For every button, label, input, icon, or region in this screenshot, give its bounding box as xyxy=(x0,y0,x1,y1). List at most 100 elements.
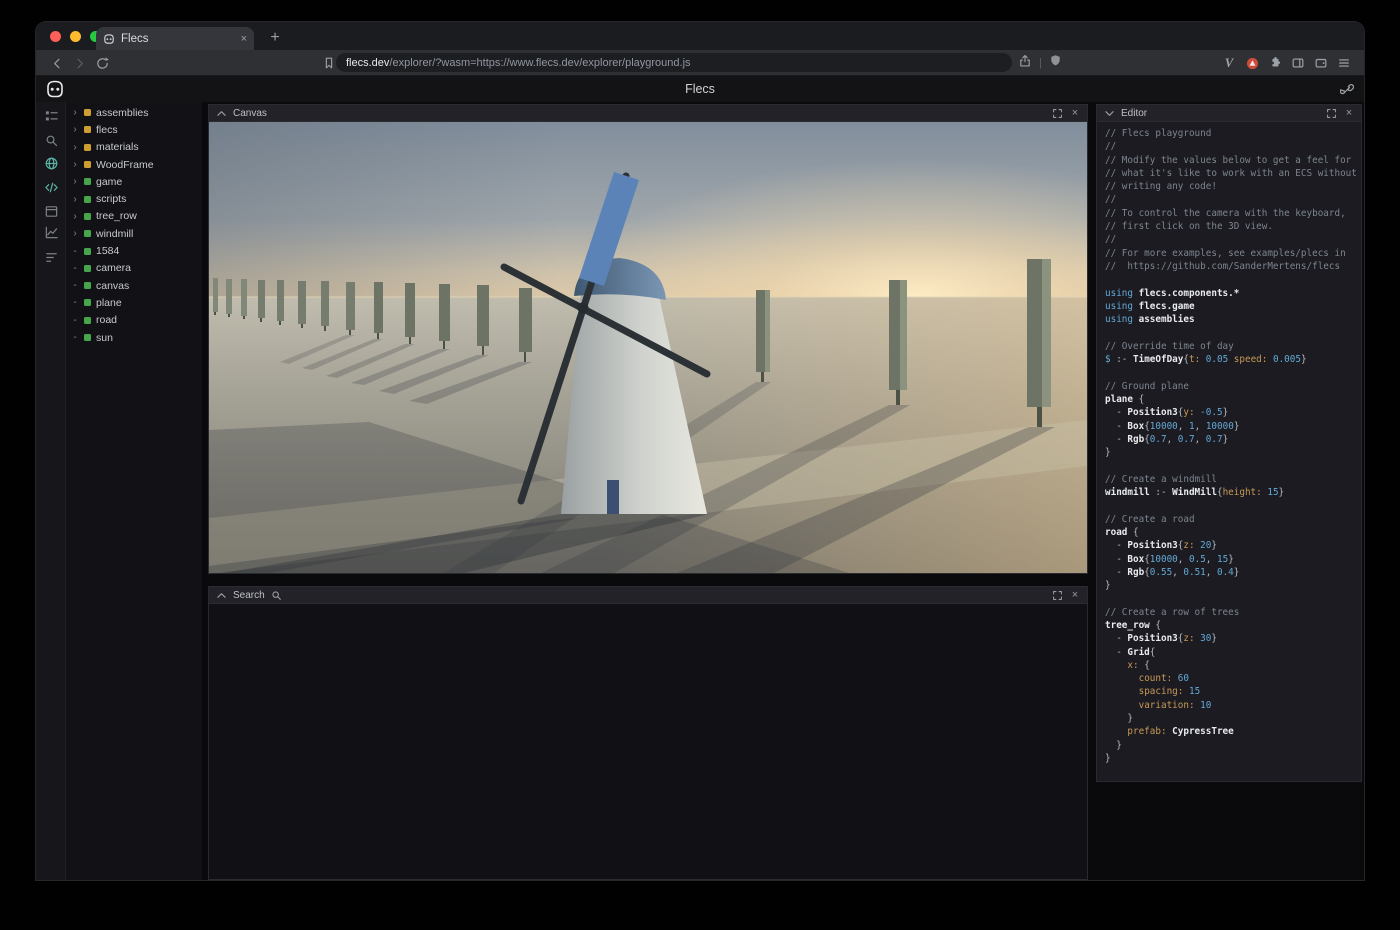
world-icon[interactable] xyxy=(40,152,62,174)
entity-color-square xyxy=(84,161,91,168)
tree-item[interactable]: › windmill xyxy=(66,225,202,242)
tree-item[interactable]: -road xyxy=(66,312,202,329)
rewards-icon[interactable] xyxy=(1242,53,1262,73)
expand-chevron-icon[interactable]: › xyxy=(71,124,79,135)
tree-item[interactable]: › materials xyxy=(66,139,202,156)
search-panel-title: Search xyxy=(233,590,265,601)
collapse-chevron-icon[interactable] xyxy=(215,107,227,119)
entity-color-square xyxy=(84,178,91,185)
page-title: Flecs xyxy=(36,76,1364,102)
close-panel-icon[interactable]: × xyxy=(1069,589,1081,601)
leaf-marker: - xyxy=(71,332,79,343)
tree-item[interactable]: ›scripts xyxy=(66,190,202,207)
editor-panel: Editor × // Flecs playground//// Modify … xyxy=(1096,104,1362,782)
editor-panel-header: Editor × xyxy=(1097,105,1361,122)
window-icon[interactable] xyxy=(40,200,62,222)
tree-item-label: 1584 xyxy=(96,245,119,257)
canvas-panel-title: Canvas xyxy=(233,108,267,119)
expand-chevron-icon[interactable]: › xyxy=(71,194,79,205)
leaf-marker: - xyxy=(71,246,79,257)
browser-toolbar: flecs.dev/explorer/?wasm=https://www.fle… xyxy=(36,50,1364,76)
screen: Flecs × + flecs.dev/explorer/?wasm=https… xyxy=(0,0,1400,930)
expand-chevron-icon[interactable]: › xyxy=(71,211,79,222)
url-path: /explorer/?wasm=https://www.flecs.dev/ex… xyxy=(389,57,690,69)
chart-icon[interactable] xyxy=(40,221,62,243)
close-panel-icon[interactable]: × xyxy=(1343,107,1355,119)
tab-favicon-flecs-icon xyxy=(103,33,115,45)
tab-close-icon[interactable]: × xyxy=(241,33,247,45)
url-action-icons: | xyxy=(1018,54,1062,72)
tree-item-label: sun xyxy=(96,332,113,344)
expand-chevron-icon[interactable]: › xyxy=(71,228,79,239)
tree-item-label: plane xyxy=(96,297,122,309)
browser-tab[interactable]: Flecs × xyxy=(96,27,254,50)
tree-item[interactable]: -plane xyxy=(66,294,202,311)
vpn-icon[interactable]: V xyxy=(1219,53,1239,73)
tree-item[interactable]: ›game xyxy=(66,173,202,190)
tree-item[interactable]: ›WoodFrame xyxy=(66,156,202,173)
expand-chevron-icon[interactable]: › xyxy=(71,159,79,170)
tree-item[interactable]: ›assemblies xyxy=(66,104,202,121)
wallet-icon[interactable] xyxy=(1311,53,1331,73)
tree-item[interactable]: - canvas xyxy=(66,277,202,294)
share-icon[interactable] xyxy=(1018,54,1032,73)
tree-item[interactable]: › flecs xyxy=(66,121,202,138)
canvas-panel: Canvas × xyxy=(208,104,1088,574)
forward-button[interactable] xyxy=(70,54,88,72)
editor-code[interactable]: // Flecs playground//// Modify the value… xyxy=(1097,122,1361,781)
entity-color-square xyxy=(84,317,91,324)
search-panel-body[interactable] xyxy=(209,604,1087,879)
tree-item[interactable]: ›tree_row xyxy=(66,208,202,225)
fullscreen-icon[interactable] xyxy=(1051,589,1063,601)
tree-item-label: road xyxy=(96,314,117,326)
minimize-window-button[interactable] xyxy=(70,31,81,42)
entities-tree-icon[interactable] xyxy=(40,105,62,127)
share-link-icon[interactable] xyxy=(1340,82,1354,96)
expand-chevron-icon[interactable]: › xyxy=(71,176,79,187)
entity-color-square xyxy=(84,196,91,203)
brave-shield-icon[interactable] xyxy=(1049,54,1062,72)
toolbar-right-icons: V xyxy=(1219,53,1354,73)
extensions-icon[interactable] xyxy=(1265,53,1285,73)
back-button[interactable] xyxy=(48,54,66,72)
tree-item-label: camera xyxy=(96,262,131,274)
collapse-chevron-icon[interactable] xyxy=(215,589,227,601)
leaf-marker: - xyxy=(71,280,79,291)
3d-scene xyxy=(209,122,1087,573)
menu-icon[interactable] xyxy=(1334,53,1354,73)
entity-tree: ›assemblies›flecs›materials›WoodFrame›ga… xyxy=(66,102,202,880)
tree-item-label: canvas xyxy=(96,280,129,292)
search-tool-icon[interactable] xyxy=(40,129,62,151)
fullscreen-icon[interactable] xyxy=(1325,107,1337,119)
browser-window: Flecs × + flecs.dev/explorer/?wasm=https… xyxy=(36,22,1364,880)
search-icon xyxy=(271,589,283,601)
close-window-button[interactable] xyxy=(50,31,61,42)
entity-color-square xyxy=(84,299,91,306)
sidebar-icon[interactable] xyxy=(1288,53,1308,73)
tree-item[interactable]: -camera xyxy=(66,260,202,277)
url-bar[interactable]: flecs.dev/explorer/?wasm=https://www.fle… xyxy=(336,53,1012,72)
entity-color-square xyxy=(84,282,91,289)
tree-item-label: materials xyxy=(96,141,139,153)
fullscreen-icon[interactable] xyxy=(1051,107,1063,119)
entity-color-square xyxy=(84,230,91,237)
search-panel: Search × xyxy=(208,586,1088,880)
tree-item[interactable]: - 1584 xyxy=(66,242,202,259)
tree-item[interactable]: - sun xyxy=(66,329,202,346)
app-header: Flecs xyxy=(36,76,1364,102)
code-icon[interactable] xyxy=(40,176,62,198)
close-panel-icon[interactable]: × xyxy=(1069,107,1081,119)
stats-icon[interactable] xyxy=(40,246,62,268)
reload-button[interactable] xyxy=(93,54,111,72)
tab-title: Flecs xyxy=(121,33,148,45)
collapse-chevron-icon[interactable] xyxy=(1103,107,1115,119)
left-icon-strip xyxy=(36,102,66,880)
expand-chevron-icon[interactable]: › xyxy=(71,107,79,118)
tree-item-label: windmill xyxy=(96,228,133,240)
entity-color-square xyxy=(84,144,91,151)
new-tab-button[interactable]: + xyxy=(264,27,286,49)
canvas-3d-view[interactable] xyxy=(209,122,1087,573)
entity-color-square xyxy=(84,265,91,272)
expand-chevron-icon[interactable]: › xyxy=(71,142,79,153)
tree-item-label: flecs xyxy=(96,124,118,136)
